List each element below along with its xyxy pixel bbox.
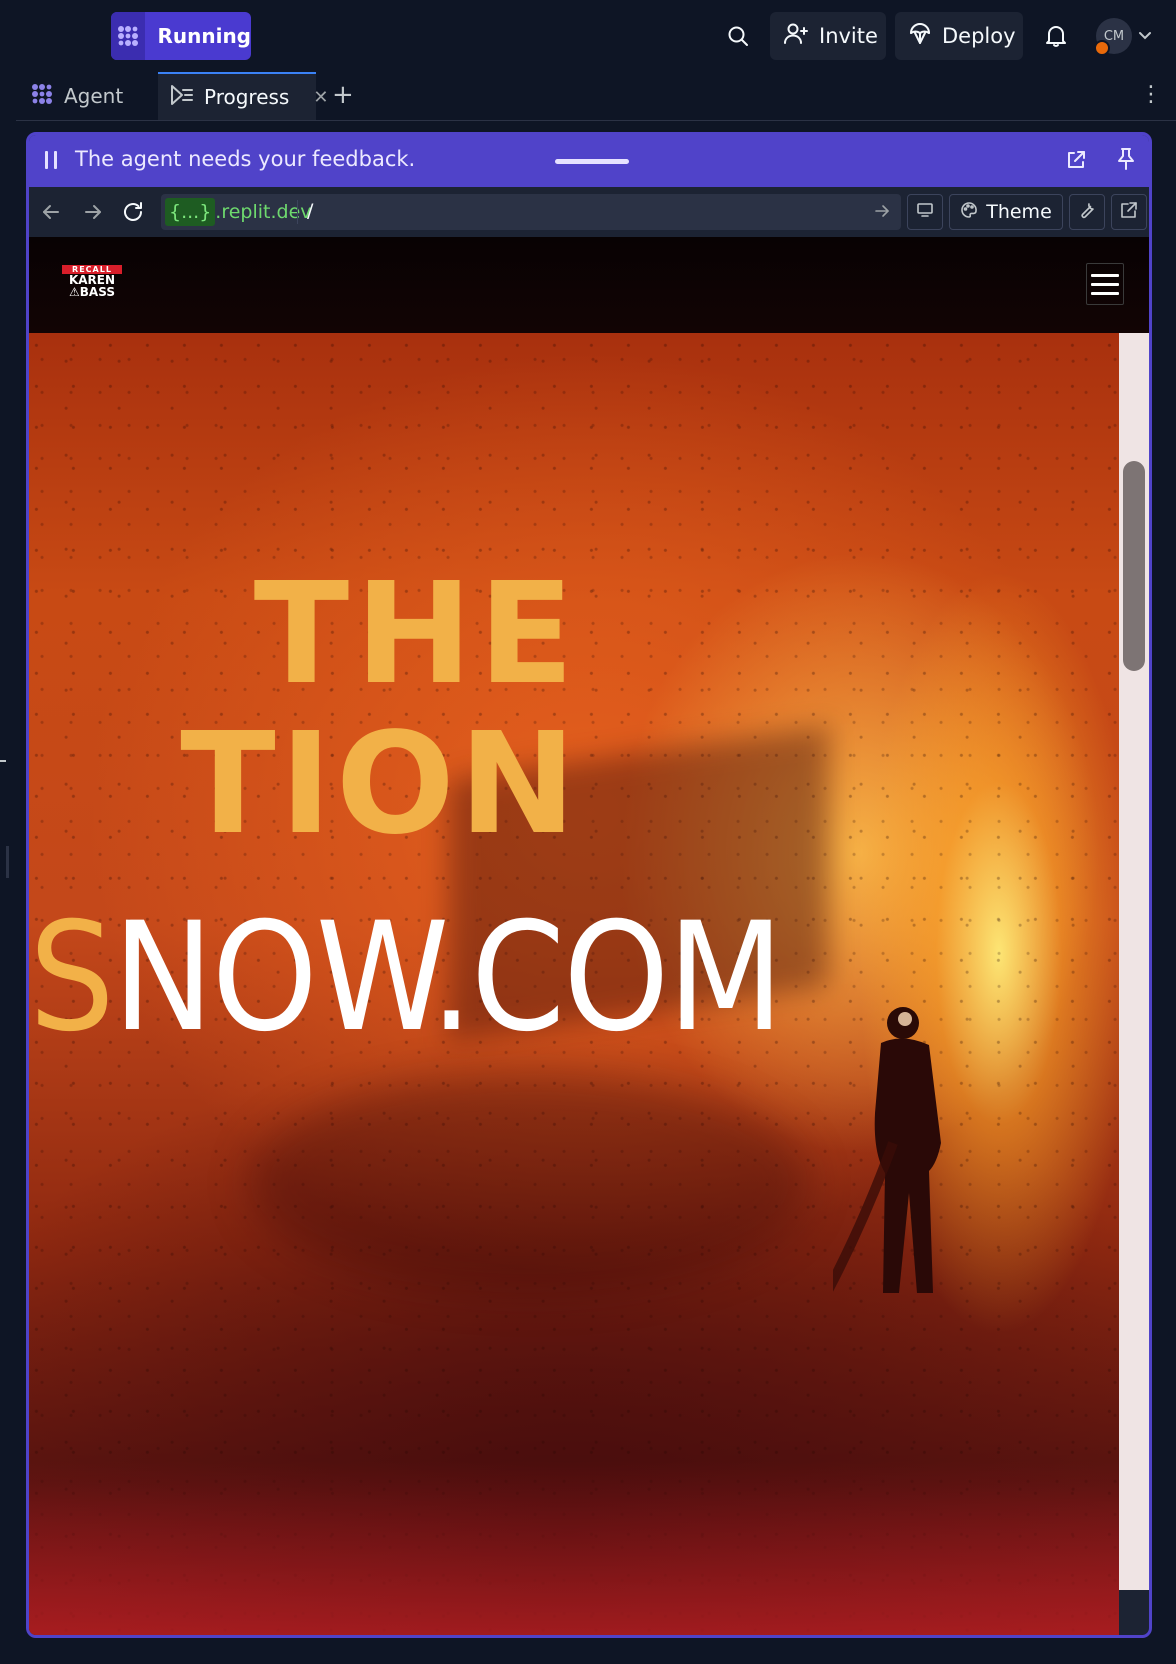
reload-icon[interactable] [119,198,147,226]
pin-icon[interactable] [1115,147,1137,175]
hero-section: THE TION SNOW.COM [29,333,1119,1635]
url-path-input[interactable]: / [307,200,313,222]
url-bar[interactable]: {...} .replit.dev / [161,194,901,230]
url-host: {...} .replit.dev [165,198,312,226]
expand-icon[interactable] [1065,149,1087,175]
drag-handle[interactable] [555,159,629,164]
preview-panel: The agent needs your feedback. {...} .re… [26,132,1152,1638]
forward-arrow-icon[interactable] [79,198,107,226]
agent-icon [30,82,54,111]
tab-agent-label: Agent [64,84,124,108]
add-user-icon [783,22,809,51]
tab-bar: Agent Progress ✕ + ⋮ [16,72,1176,121]
run-button[interactable]: Running [111,12,251,60]
go-arrow-icon[interactable] [873,202,891,224]
hero-headline-line3: SNOW.COM [29,903,784,1053]
firefighter-silhouette [833,1007,941,1293]
external-link-icon [1120,201,1138,224]
logo-name-line2: ⚠BASS [69,285,115,299]
feedback-message: The agent needs your feedback. [75,147,416,171]
deploy-label: Deploy [942,24,1016,48]
chevron-down-icon[interactable] [1138,28,1152,47]
ground-shadow [249,1073,809,1293]
tab-agent[interactable]: Agent [24,72,164,120]
site-logo[interactable]: RECALL KAREN ⚠BASS [59,265,125,303]
back-arrow-icon[interactable] [37,198,65,226]
top-bar: Running Invite Deploy CM [0,0,1176,72]
url-prefix: {...} [165,198,216,226]
open-new-tab-button[interactable] [1111,194,1147,230]
progress-icon [170,84,194,111]
tab-progress[interactable]: Progress ✕ [158,72,328,120]
devtools-button[interactable] [1069,194,1105,230]
left-gutter [0,120,16,1664]
theme-button[interactable]: Theme [949,194,1063,230]
palette-icon [960,201,978,224]
hero-url-text: NOW.COM [112,891,784,1065]
pause-icon[interactable] [45,151,57,169]
wrench-icon [1078,201,1096,224]
add-tab-icon[interactable]: + [332,80,354,110]
close-icon[interactable]: ✕ [313,87,328,108]
site-scrollbar-thumb[interactable] [1123,461,1145,671]
hero-headline-line1: THE [253,553,580,716]
hero-bottom-gradient [29,1461,1119,1635]
more-vertical-icon[interactable]: ⋮ [1140,82,1162,107]
hamburger-menu-icon[interactable] [1086,263,1124,305]
invite-button[interactable]: Invite [770,12,886,60]
feedback-banner: The agent needs your feedback. [29,135,1149,187]
hero-url-accent: S [29,891,115,1065]
theme-label: Theme [986,201,1052,223]
avatar-status-badge [1094,40,1110,56]
gutter-marker [0,760,6,762]
invite-label: Invite [819,24,878,48]
resize-handle[interactable] [6,846,9,878]
deploy-icon [908,22,932,51]
monitor-icon [916,201,934,224]
deploy-button[interactable]: Deploy [895,12,1023,60]
run-button-label: Running [157,24,251,48]
tab-progress-label: Progress [204,85,290,109]
site-navbar: RECALL KAREN ⚠BASS [29,237,1149,334]
url-divider [297,200,298,224]
hero-headline-line2: TION [180,703,580,866]
search-icon[interactable] [722,20,754,52]
replit-logo-icon [111,12,146,60]
browser-toolbar: {...} .replit.dev / Theme [29,187,1149,237]
bell-icon[interactable] [1040,20,1072,52]
device-preview-button[interactable] [907,194,943,230]
website-preview: RECALL KAREN ⚠BASS THE TION SNOW.COM [29,237,1149,1635]
